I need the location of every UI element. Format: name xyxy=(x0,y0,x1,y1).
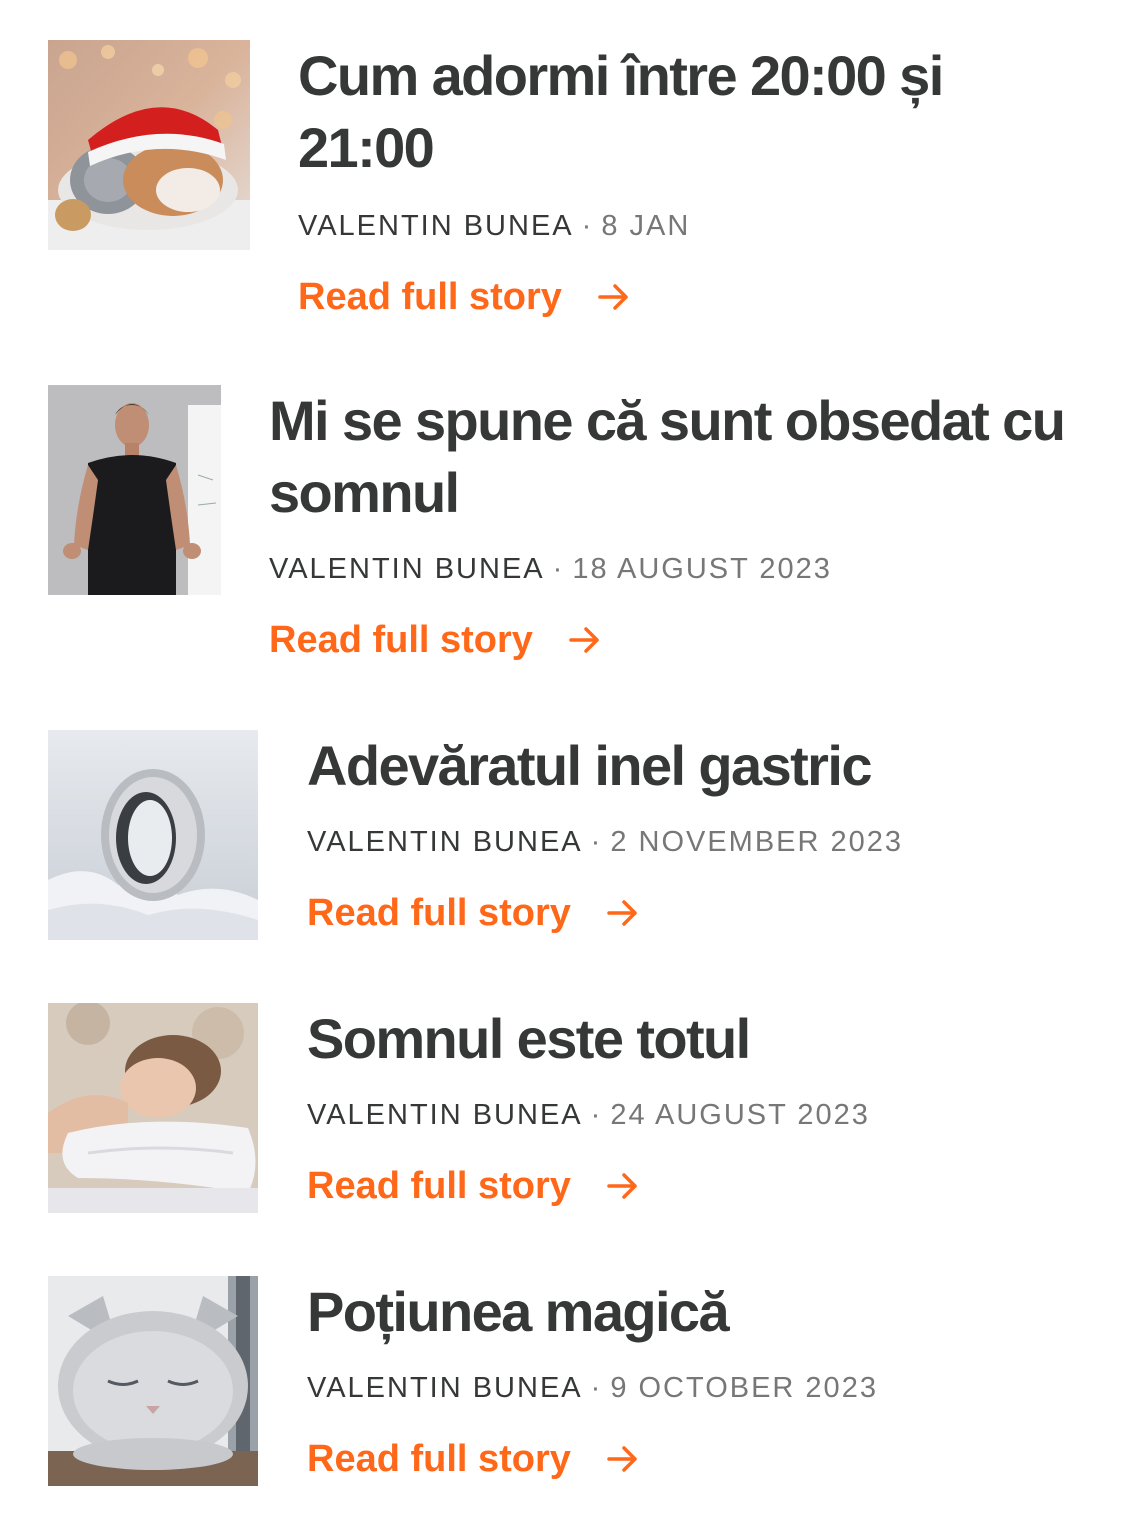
story-title[interactable]: Cum adormi între 20:00 și 21:00 xyxy=(298,40,1078,184)
man-presenting-image xyxy=(48,385,221,595)
read-full-story-label: Read full story xyxy=(307,892,571,934)
woman-sleeping-image xyxy=(48,1003,258,1213)
story-meta: VALENTIN BUNEA · 9 OCTOBER 2023 xyxy=(307,1370,1047,1406)
read-full-story-link[interactable]: Read full story xyxy=(307,1436,641,1482)
smart-ring-image xyxy=(48,730,258,940)
read-full-story-link[interactable]: Read full story xyxy=(307,890,641,936)
read-full-story-label: Read full story xyxy=(307,1438,571,1480)
read-full-story-link[interactable]: Read full story xyxy=(307,1163,641,1209)
story-card[interactable]: Cum adormi între 20:00 și 21:00 VALENTIN… xyxy=(48,40,1108,330)
publish-date: 9 OCTOBER 2023 xyxy=(610,1372,878,1404)
story-title[interactable]: Somnul este totul xyxy=(307,1003,1047,1075)
author-name[interactable]: VALENTIN BUNEA xyxy=(307,1099,583,1131)
author-name[interactable]: VALENTIN BUNEA xyxy=(269,553,545,585)
author-name[interactable]: VALENTIN BUNEA xyxy=(307,1372,583,1404)
read-full-story-link[interactable]: Read full story xyxy=(269,617,603,663)
story-thumbnail[interactable] xyxy=(48,385,221,595)
arrow-right-icon xyxy=(607,900,637,926)
story-title[interactable]: Adevăratul inel gastric xyxy=(307,730,1047,802)
author-name[interactable]: VALENTIN BUNEA xyxy=(307,826,583,858)
story-meta: VALENTIN BUNEA · 2 NOVEMBER 2023 xyxy=(307,824,1047,860)
arrow-right-icon xyxy=(607,1446,637,1472)
story-meta: VALENTIN BUNEA · 18 AUGUST 2023 xyxy=(269,551,1119,587)
arrow-right-icon xyxy=(569,627,599,653)
story-card[interactable]: Adevăratul inel gastric VALENTIN BUNEA · 2… xyxy=(48,730,1048,945)
arrow-right-icon xyxy=(607,1173,637,1199)
publish-date: 8 JAN xyxy=(601,210,691,242)
story-card[interactable]: Mi se spune că sunt obsedat cu somnul VA… xyxy=(48,385,1118,675)
story-card[interactable]: Poțiunea magică VALENTIN BUNEA · 9 OCTOBER… xyxy=(48,1276,1048,1491)
read-full-story-label: Read full story xyxy=(298,276,562,318)
story-title[interactable]: Poțiunea magică xyxy=(307,1276,1047,1348)
story-thumbnail[interactable] xyxy=(48,40,250,250)
meta-separator: · xyxy=(581,210,594,242)
publish-date: 18 AUGUST 2023 xyxy=(572,553,832,585)
publish-date: 2 NOVEMBER 2023 xyxy=(610,826,904,858)
meta-separator: · xyxy=(590,1372,603,1404)
sleeping-cat-image xyxy=(48,1276,258,1486)
story-meta: VALENTIN BUNEA · 24 AUGUST 2023 xyxy=(307,1097,1047,1133)
story-card[interactable]: Somnul este totul VALENTIN BUNEA · 24 AUGU… xyxy=(48,1003,1048,1218)
story-thumbnail[interactable] xyxy=(48,1276,258,1486)
meta-separator: · xyxy=(552,553,565,585)
story-meta: VALENTIN BUNEA · 8 JAN xyxy=(298,208,1078,244)
meta-separator: · xyxy=(590,826,603,858)
read-full-story-label: Read full story xyxy=(307,1165,571,1207)
meta-separator: · xyxy=(590,1099,603,1131)
arrow-right-icon xyxy=(598,284,628,310)
read-full-story-label: Read full story xyxy=(269,619,533,661)
story-thumbnail[interactable] xyxy=(48,730,258,940)
read-full-story-link[interactable]: Read full story xyxy=(298,274,632,320)
kitten-puppy-image xyxy=(48,40,250,250)
story-title[interactable]: Mi se spune că sunt obsedat cu somnul xyxy=(269,385,1119,529)
publish-date: 24 AUGUST 2023 xyxy=(610,1099,870,1131)
story-thumbnail[interactable] xyxy=(48,1003,258,1213)
author-name[interactable]: VALENTIN BUNEA xyxy=(298,210,574,242)
